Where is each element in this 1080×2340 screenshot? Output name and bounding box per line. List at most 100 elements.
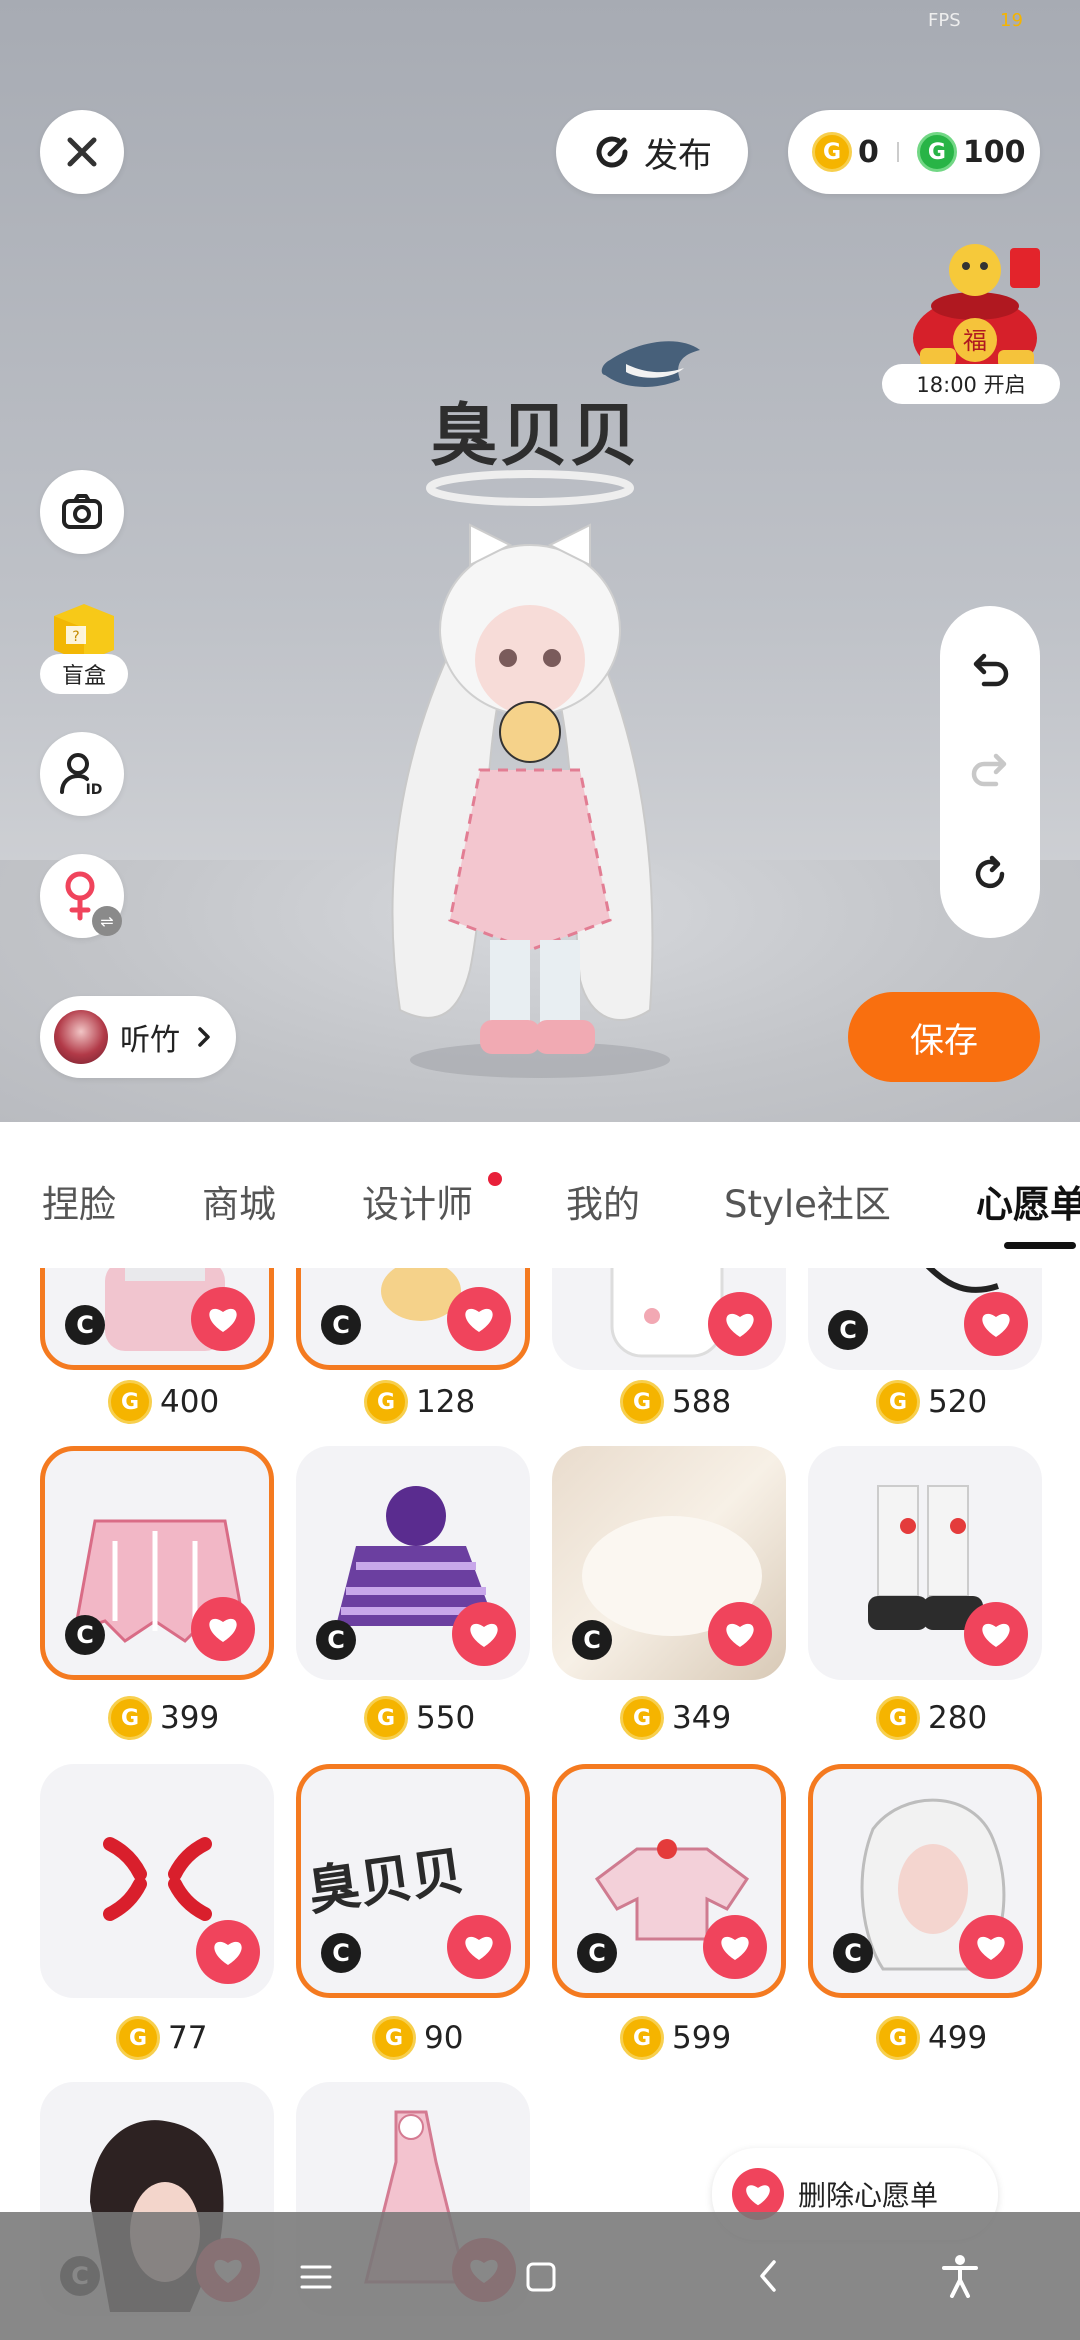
menu-icon[interactable]	[298, 2262, 334, 2292]
gold-coin-count: 0	[858, 134, 879, 170]
chevron-right-icon	[198, 1027, 210, 1047]
gender-switch-button[interactable]: ⇌	[40, 854, 124, 938]
item-card-2[interactable]: C	[296, 1268, 530, 1370]
undo-icon[interactable]	[968, 648, 1012, 692]
wishlist-grid: C C C G 400 G 128 G 588 G 520 C C C G 399 G 55…	[0, 1268, 1080, 2340]
active-tab-indicator	[1004, 1242, 1076, 1249]
tab-designer[interactable]: 设计师	[362, 1174, 473, 1228]
svg-text:福: 福	[963, 327, 987, 355]
item-card-3[interactable]	[552, 1268, 786, 1370]
heart-icon[interactable]	[191, 1287, 255, 1351]
heart-icon[interactable]	[447, 1915, 511, 1979]
tab-mine[interactable]: 我的	[566, 1174, 640, 1228]
item-card-9[interactable]	[40, 1764, 274, 1998]
heart-icon[interactable]	[452, 1602, 516, 1666]
switch-icon: ⇌	[92, 906, 122, 936]
notification-dot	[488, 1172, 502, 1186]
gold-coin-icon: G	[108, 1696, 152, 1740]
item-price-9: G 77	[116, 2012, 207, 2064]
reset-icon[interactable]	[968, 852, 1012, 896]
item-price-1: G 400	[108, 1376, 219, 1428]
accessibility-icon[interactable]	[940, 2254, 980, 2298]
svg-text:ID: ID	[86, 782, 103, 798]
c-badge: C	[828, 1310, 868, 1350]
heart-icon[interactable]	[703, 1915, 767, 1979]
close-icon	[67, 137, 97, 167]
gold-coin-icon: G	[620, 2016, 664, 2060]
price-value: 599	[672, 2020, 732, 2056]
item-card-8[interactable]	[808, 1446, 1042, 1680]
heart-icon[interactable]	[196, 1920, 260, 1984]
tab-mall[interactable]: 商城	[202, 1174, 276, 1228]
item-card-10[interactable]: 臭贝贝 C	[296, 1764, 530, 1998]
item-price-5: G 399	[108, 1692, 219, 1744]
heart-icon[interactable]	[191, 1597, 255, 1661]
tab-face[interactable]: 捏脸	[42, 1174, 116, 1228]
item-card-1[interactable]: C	[40, 1268, 274, 1370]
divider	[896, 142, 899, 162]
item-card-11[interactable]: C	[552, 1764, 786, 1998]
gold-coin-icon: G	[108, 1380, 152, 1424]
item-price-12: G 499	[876, 2012, 987, 2064]
category-tabs: 捏脸 商城 设计师 我的 Style社区 心愿单	[0, 1122, 1080, 1269]
history-toolbar	[940, 606, 1040, 938]
svg-text:?: ?	[72, 629, 79, 645]
lucky-bag-event[interactable]: 福 18:00 开启	[880, 228, 1064, 408]
heart-icon[interactable]	[959, 1915, 1023, 1979]
system-nav-bar	[0, 2212, 1080, 2340]
avatar-character[interactable]: 臭贝贝	[330, 300, 730, 1090]
c-badge: C	[321, 1305, 361, 1345]
avatar-id-button[interactable]: ID	[40, 732, 124, 816]
publish-button[interactable]: 发布	[556, 110, 748, 194]
user-id-icon: ID	[60, 753, 103, 798]
heart-icon[interactable]	[708, 1292, 772, 1356]
avatar-name-tag: 臭贝贝	[430, 397, 641, 476]
tab-wishlist[interactable]: 心愿单	[976, 1174, 1080, 1228]
item-card-12[interactable]: C	[808, 1764, 1042, 1998]
event-time-badge: 18:00 开启	[882, 364, 1060, 404]
heart-icon[interactable]	[708, 1602, 772, 1666]
c-badge: C	[321, 1933, 361, 1973]
price-value: 520	[928, 1384, 988, 1420]
price-value: 77	[168, 2020, 208, 2056]
item-card-4[interactable]: C	[808, 1268, 1042, 1370]
item-card-5[interactable]: C	[40, 1446, 274, 1680]
save-button[interactable]: 保存	[848, 992, 1040, 1082]
camera-button[interactable]	[40, 470, 124, 554]
price-value: 90	[424, 2020, 464, 2056]
c-badge: C	[572, 1620, 612, 1660]
price-value: 499	[928, 2020, 988, 2056]
blind-box-button[interactable]: ? 盲盒	[40, 596, 128, 696]
gold-coin-icon: G	[364, 1696, 408, 1740]
heart-icon[interactable]	[964, 1602, 1028, 1666]
heart-icon[interactable]	[447, 1287, 511, 1351]
redo-icon[interactable]	[968, 748, 1012, 792]
item-card-6[interactable]: C	[296, 1446, 530, 1680]
close-button[interactable]	[40, 110, 124, 194]
c-badge: C	[577, 1933, 617, 1973]
price-value: 349	[672, 1700, 732, 1736]
currency-balance[interactable]: G 0 G 100	[788, 110, 1040, 194]
fps-value: 19	[1000, 10, 1023, 31]
price-value: 550	[416, 1700, 476, 1736]
publish-label: 发布	[644, 135, 712, 176]
home-square-icon[interactable]	[524, 2260, 558, 2294]
heart-icon[interactable]	[964, 1292, 1028, 1356]
lucky-bag-icon: 福	[913, 244, 1040, 378]
item-price-2: G 128	[364, 1376, 475, 1428]
tab-style-community[interactable]: Style社区	[724, 1174, 891, 1228]
user-profile-button[interactable]: 听竹	[40, 996, 236, 1078]
back-icon[interactable]	[754, 2258, 782, 2294]
gold-coin-icon: G	[620, 1696, 664, 1740]
item-card-7[interactable]: C	[552, 1446, 786, 1680]
delete-wishlist-label: 删除心愿单	[798, 2179, 939, 2212]
gold-coin-icon: G	[876, 1696, 920, 1740]
c-badge: C	[833, 1933, 873, 1973]
price-value: 400	[160, 1384, 220, 1420]
camera-icon	[62, 494, 102, 529]
c-badge: C	[316, 1620, 356, 1660]
price-value: 588	[672, 1384, 732, 1420]
fps-label: FPS	[928, 10, 961, 31]
item-price-4: G 520	[876, 1376, 987, 1428]
gold-coin-icon: G	[372, 2016, 416, 2060]
